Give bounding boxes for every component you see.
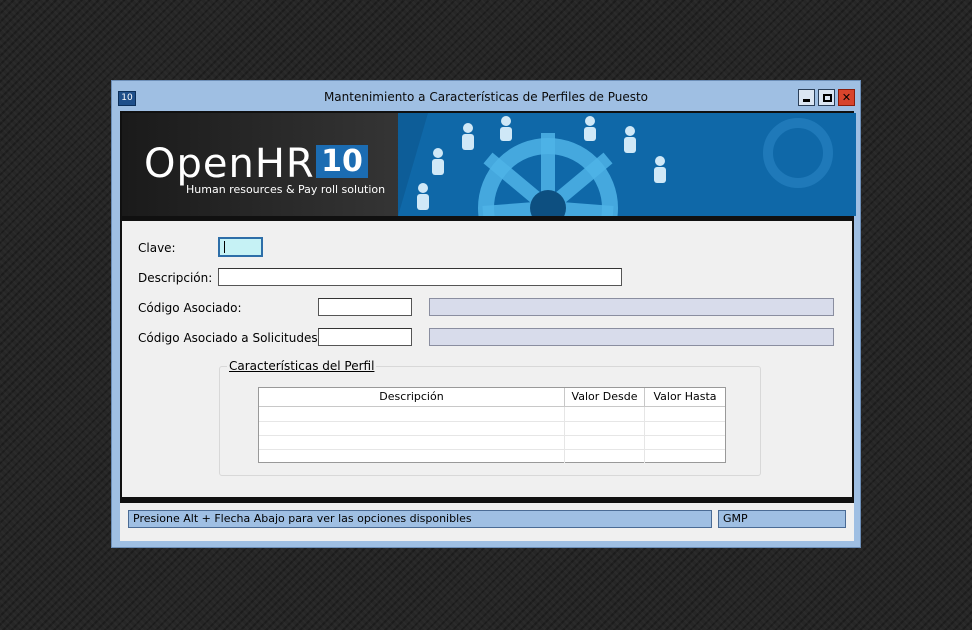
descripcion-input[interactable] [218, 268, 622, 286]
table-cell[interactable] [645, 435, 725, 449]
table-cell[interactable] [259, 449, 565, 463]
text-caret [224, 241, 225, 253]
clave-input[interactable] [218, 237, 263, 257]
openhr-banner: OpenHR 10 Human resources & Pay roll sol… [122, 113, 856, 216]
groupbox-title: Características del Perfil [227, 359, 377, 373]
title-bar[interactable]: 10 Mantenimiento a Características de Pe… [112, 81, 860, 111]
table-row[interactable] [259, 407, 725, 422]
window-content: OpenHR 10 Human resources & Pay roll sol… [120, 111, 856, 541]
codigo-asociado-description [429, 298, 834, 316]
status-hint: Presione Alt + Flecha Abajo para ver las… [128, 510, 712, 528]
table-cell[interactable] [565, 435, 645, 449]
caracteristicas-grid[interactable]: Descripción Valor Desde Valor Hasta [258, 387, 726, 463]
logo-version: 10 [316, 145, 368, 178]
status-user: GMP [718, 510, 846, 528]
grid-header: Descripción Valor Desde Valor Hasta [259, 388, 725, 407]
table-cell[interactable] [259, 421, 565, 435]
table-row[interactable] [259, 421, 725, 436]
codigo-asociado-label: Código Asociado: [138, 301, 242, 315]
close-button[interactable]: ✕ [838, 89, 855, 106]
window-title: Mantenimiento a Características de Perfi… [323, 90, 649, 104]
status-bar: Presione Alt + Flecha Abajo para ver las… [120, 503, 854, 541]
table-row[interactable] [259, 435, 725, 450]
table-cell[interactable] [565, 449, 645, 463]
table-row[interactable] [259, 449, 725, 463]
caracteristicas-groupbox: Características del Perfil Descripción V… [219, 359, 761, 476]
table-cell[interactable] [645, 421, 725, 435]
table-cell[interactable] [259, 407, 565, 421]
codigo-solicitudes-label: Código Asociado a Solicitudes: [138, 331, 322, 345]
descripcion-label: Descripción: [138, 271, 213, 285]
column-header-valor-hasta[interactable]: Valor Hasta [645, 388, 725, 406]
clave-label: Clave: [138, 241, 176, 255]
column-header-valor-desde[interactable]: Valor Desde [565, 388, 645, 406]
table-cell[interactable] [645, 407, 725, 421]
codigo-solicitudes-description [429, 328, 834, 346]
table-cell[interactable] [645, 449, 725, 463]
logo-tagline: Human resources & Pay roll solution [186, 183, 386, 196]
minimize-button[interactable] [798, 89, 815, 106]
column-header-descripcion[interactable]: Descripción [259, 388, 565, 406]
gear-people-graphic [398, 113, 856, 216]
table-cell[interactable] [565, 407, 645, 421]
form-panel: Clave: Descripción: Código Asociado: Cód… [122, 221, 852, 497]
codigo-asociado-input[interactable] [318, 298, 412, 316]
codigo-solicitudes-input[interactable] [318, 328, 412, 346]
main-window: 10 Mantenimiento a Características de Pe… [111, 80, 861, 548]
logo-brand: OpenHR [144, 141, 315, 187]
table-cell[interactable] [565, 421, 645, 435]
maximize-button[interactable] [818, 89, 835, 106]
table-cell[interactable] [259, 435, 565, 449]
